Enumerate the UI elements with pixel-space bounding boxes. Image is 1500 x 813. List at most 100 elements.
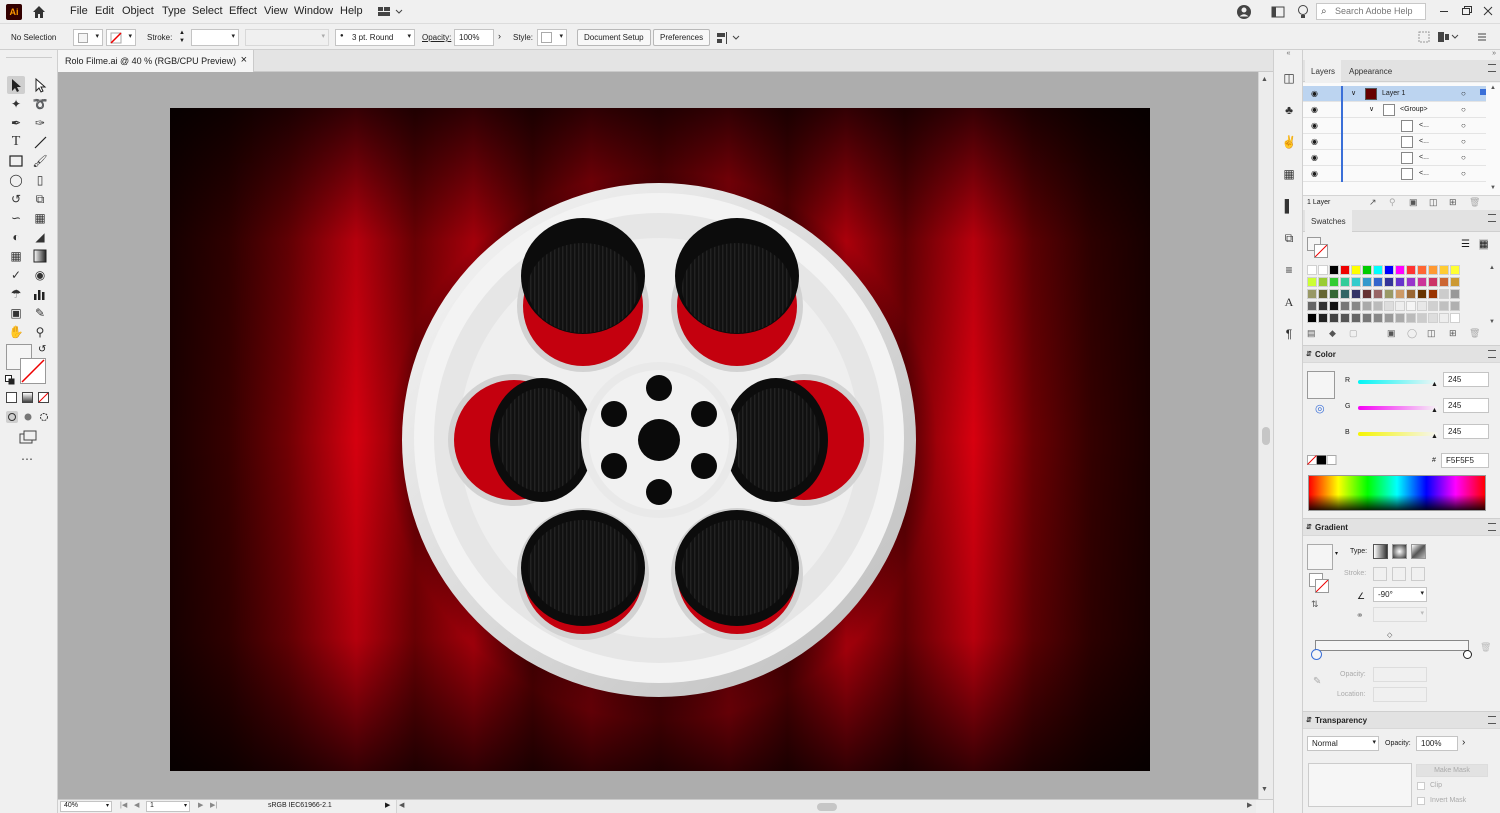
tab-layers[interactable]: Layers [1305, 60, 1342, 82]
swatch-cell[interactable] [1417, 277, 1427, 287]
brushes-icon[interactable]: ✌ [1281, 134, 1297, 150]
stroke-within-button[interactable] [1373, 567, 1387, 581]
tab-swatches[interactable]: Swatches [1305, 210, 1352, 232]
brush-dropdown[interactable]: 3 pt. Round ● ▾ [335, 29, 415, 46]
gradient-tool-icon[interactable] [31, 247, 49, 265]
swatch-libraries-icon[interactable]: ▤ [1307, 328, 1316, 339]
scroll-left-icon[interactable]: ◀ [399, 801, 404, 809]
gradient-panel-menu-icon[interactable] [1488, 523, 1496, 531]
scroll-down-icon[interactable]: ▼ [1261, 786, 1268, 793]
opacity-arrow-icon[interactable]: › [498, 31, 501, 41]
target-circle-icon[interactable]: ○ [1461, 169, 1466, 178]
layer-row[interactable]: ◉ <... ○ [1303, 134, 1486, 150]
swatches-panel-menu-icon[interactable] [1488, 214, 1496, 222]
swatch-cell[interactable] [1395, 301, 1405, 311]
opacity-label[interactable]: Opacity: [422, 33, 451, 42]
lasso-tool-icon[interactable]: ➰ [31, 95, 49, 113]
fill-swatch[interactable]: ▾ [73, 29, 103, 46]
swatch-cell[interactable] [1384, 277, 1394, 287]
edit-toolbar-icon[interactable]: ⋯ [21, 452, 33, 466]
lightbulb-icon[interactable] [1296, 4, 1310, 20]
swatch-cell[interactable] [1417, 289, 1427, 299]
color-panel-menu-icon[interactable] [1488, 350, 1496, 358]
workspace-switcher-icon[interactable] [377, 5, 403, 19]
menu-view[interactable]: View [264, 5, 288, 17]
status-menu-icon[interactable]: ▶ [385, 801, 390, 809]
collapse-arrow-icon[interactable]: ⇵ [1306, 523, 1312, 531]
transform-panel-icon[interactable]: ▦ [1281, 166, 1297, 182]
g-slider[interactable] [1358, 406, 1438, 410]
collapse-panels-icon[interactable]: « [1274, 50, 1303, 60]
stop-eyedropper-icon[interactable]: ✎ [1313, 676, 1321, 687]
color-fill-box[interactable] [1307, 371, 1335, 399]
swatch-cell[interactable] [1395, 313, 1405, 323]
color-group-icon[interactable]: ▣ [1387, 328, 1396, 339]
swatch-cell[interactable] [1373, 313, 1383, 323]
collapse-arrow-icon[interactable]: ⇵ [1306, 716, 1312, 724]
swatch-cell[interactable] [1340, 277, 1350, 287]
gradient-midpoint-icon[interactable]: ◇ [1387, 631, 1392, 639]
swatch-cell[interactable] [1351, 313, 1361, 323]
gradient-angle-input[interactable]: -90° ▾ [1373, 587, 1427, 602]
gradient-slider[interactable] [1315, 640, 1469, 651]
blend-tool-icon[interactable]: ◉ [31, 266, 49, 284]
new-layer-icon[interactable]: ⊞ [1449, 197, 1457, 208]
swatch-cell[interactable] [1362, 313, 1372, 323]
horizontal-scroll-thumb[interactable] [817, 803, 837, 811]
swatch-cell[interactable] [1340, 265, 1350, 275]
gradient-aspect-input[interactable]: ▾ [1373, 607, 1427, 622]
swatch-cell[interactable] [1428, 265, 1438, 275]
preferences-button[interactable]: Preferences [653, 29, 711, 46]
eyedropper-tool-icon[interactable]: ✓ [7, 266, 25, 284]
none-black-white-swatches[interactable] [1307, 455, 1337, 465]
swatch-grid[interactable] [1307, 265, 1487, 327]
direct-selection-tool-icon[interactable] [31, 76, 49, 94]
swatch-cell[interactable] [1384, 313, 1394, 323]
swatch-cell[interactable] [1351, 277, 1361, 287]
swatch-cell[interactable] [1329, 289, 1339, 299]
swatch-cell[interactable] [1384, 289, 1394, 299]
gradient-stop-left[interactable] [1311, 649, 1322, 660]
swatch-cell[interactable] [1439, 301, 1449, 311]
swatch-cell[interactable] [1307, 313, 1317, 323]
swatch-cell[interactable] [1362, 289, 1372, 299]
paintbrush-tool-icon[interactable]: 🖌 [31, 152, 49, 170]
delete-swatch-icon[interactable]: 🗑 [1469, 328, 1480, 339]
menu-select[interactable]: Select [192, 5, 223, 17]
swatch-cell[interactable] [1318, 289, 1328, 299]
swatch-cell[interactable] [1406, 277, 1416, 287]
stroke-swatch[interactable]: ▾ [106, 29, 136, 46]
swatch-cell[interactable] [1362, 301, 1372, 311]
minimize-button[interactable] [1436, 3, 1452, 19]
swatch-cell[interactable] [1406, 265, 1416, 275]
mask-thumbnail[interactable] [1308, 763, 1412, 807]
layer-row[interactable]: ◉ ∨ <Group> ○ [1303, 102, 1486, 118]
clip-checkbox[interactable] [1417, 782, 1425, 790]
radial-gradient-button[interactable] [1392, 544, 1407, 559]
swatch-cell[interactable] [1351, 265, 1361, 275]
expand-chevron-icon[interactable]: ∨ [1351, 89, 1356, 97]
export-icon[interactable]: ↗ [1369, 197, 1377, 208]
zoom-dropdown[interactable]: 40% ▾ [60, 801, 112, 812]
layer-name[interactable]: <... [1419, 122, 1429, 129]
layers-scrollbar[interactable]: ▲ ▼ [1488, 83, 1498, 195]
libraries-icon[interactable]: ◫ [1281, 70, 1297, 86]
transparency-opacity-input[interactable]: 100% [1416, 736, 1458, 751]
opacity-input[interactable]: 100% [454, 29, 494, 46]
swatch-cell[interactable] [1428, 289, 1438, 299]
visibility-eye-icon[interactable]: ◉ [1311, 89, 1318, 98]
swatch-cell[interactable] [1373, 289, 1383, 299]
gradient-stop-right[interactable] [1463, 650, 1472, 659]
visibility-eye-icon[interactable]: ◉ [1311, 169, 1318, 178]
invert-mask-checkbox[interactable] [1417, 797, 1425, 805]
scale-tool-icon[interactable]: ⧉ [31, 190, 49, 208]
stroke-across-button[interactable] [1411, 567, 1425, 581]
symbols-icon[interactable]: ♣ [1281, 102, 1297, 118]
draw-behind-icon[interactable] [22, 411, 34, 423]
layer-name[interactable]: <... [1419, 170, 1429, 177]
align-panel-icon[interactable]: ▌ [1281, 198, 1297, 214]
opacity-slider-arrow-icon[interactable]: › [1462, 737, 1465, 748]
layer-row[interactable]: ◉ <... ○ [1303, 150, 1486, 166]
layer-name[interactable]: <Group> [1400, 106, 1428, 113]
swatch-cell[interactable] [1384, 265, 1394, 275]
